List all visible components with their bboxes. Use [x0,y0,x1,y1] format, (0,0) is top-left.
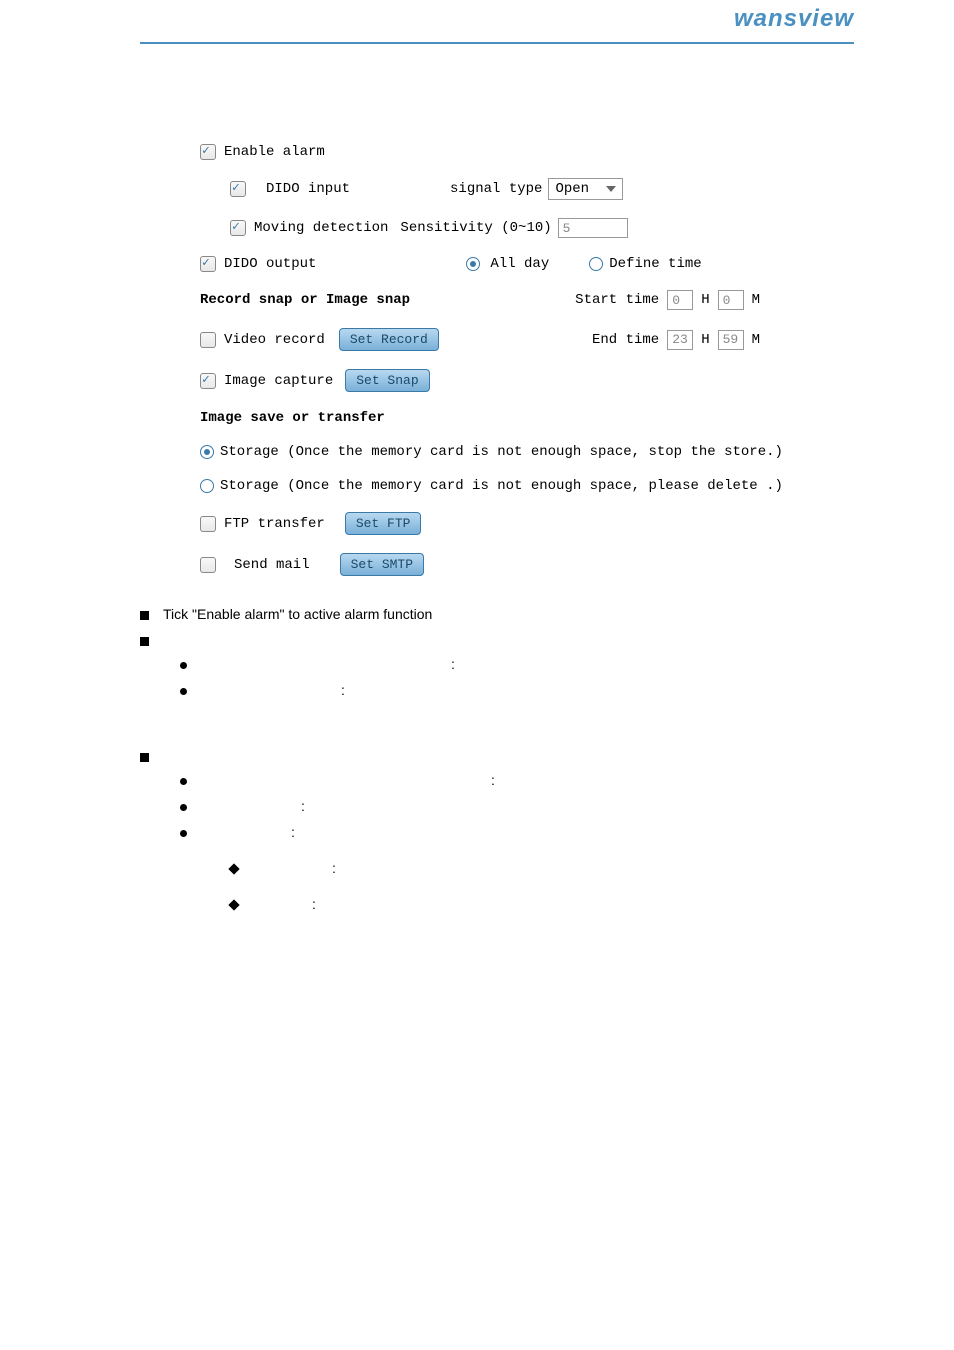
diamond-bullet-icon [228,899,239,910]
send-mail-label: Send mail [234,557,310,573]
video-record-label: Video record [224,332,325,348]
end-time-label: End time [592,332,659,348]
note-colon: : [312,896,316,912]
signal-type-dropdown[interactable]: Open [548,178,623,200]
dido-output-label: DIDO output [224,256,316,272]
circle-bullet-icon [180,804,187,811]
storage-delete-label: Storage (Once the memory card is not eno… [220,478,783,494]
chevron-down-icon [606,186,616,192]
record-section-title: Record snap or Image snap [200,292,410,308]
enable-alarm-label: Enable alarm [224,144,325,160]
circle-bullet-icon [180,830,187,837]
ftp-transfer-checkbox[interactable] [200,516,216,532]
notes-section: Tick "Enable alarm" to active alarm func… [0,606,954,912]
end-min-input[interactable]: 59 [718,330,744,350]
note-colon: : [301,798,305,814]
set-ftp-button[interactable]: Set FTP [345,512,422,535]
storage-stop-label: Storage (Once the memory card is not eno… [220,444,783,460]
header: wansview [140,0,854,44]
square-bullet-icon [140,753,149,762]
all-day-radio[interactable] [466,257,480,271]
moving-detection-checkbox[interactable] [230,220,246,236]
start-hour-input[interactable]: 0 [667,290,693,310]
video-record-checkbox[interactable] [200,332,216,348]
end-hour-input[interactable]: 23 [667,330,693,350]
sensitivity-label: Sensitivity (0~10) [400,220,551,236]
all-day-label: All day [490,256,549,272]
note-colon: : [451,656,455,672]
note-colon: : [332,860,336,876]
alarm-settings-form: Enable alarm DIDO input signal type Open… [0,44,954,576]
ftp-transfer-label: FTP transfer [224,516,325,532]
image-section-title: Image save or transfer [200,410,954,426]
image-capture-checkbox[interactable] [200,373,216,389]
circle-bullet-icon [180,688,187,695]
set-snap-button[interactable]: Set Snap [345,369,429,392]
square-bullet-icon [140,611,149,620]
square-bullet-icon [140,637,149,646]
logo-text: wansview [734,5,854,33]
h-label-2: H [701,332,709,348]
note-colon: : [291,824,295,840]
start-min-input[interactable]: 0 [718,290,744,310]
set-record-button[interactable]: Set Record [339,328,439,351]
storage-delete-radio[interactable] [200,479,214,493]
sensitivity-input[interactable]: 5 [558,218,628,238]
diamond-bullet-icon [228,863,239,874]
signal-type-value: Open [555,181,589,197]
circle-bullet-icon [180,778,187,785]
start-time-label: Start time [575,292,659,308]
define-time-label: Define time [609,256,701,272]
note-colon: : [341,682,345,698]
send-mail-checkbox[interactable] [200,557,216,573]
storage-stop-radio[interactable] [200,445,214,459]
moving-detection-label: Moving detection [254,220,388,236]
enable-alarm-checkbox[interactable] [200,144,216,160]
h-label: H [701,292,709,308]
dido-output-checkbox[interactable] [200,256,216,272]
define-time-radio[interactable] [589,257,603,271]
m-label-2: M [752,332,760,348]
circle-bullet-icon [180,662,187,669]
signal-type-label: signal type [450,181,542,197]
logo: wansview [734,5,854,33]
m-label: M [752,292,760,308]
dido-input-checkbox[interactable] [230,181,246,197]
note-colon: : [491,772,495,788]
dido-input-label: DIDO input [266,181,350,197]
image-capture-label: Image capture [224,373,333,389]
note-tick-enable: Tick "Enable alarm" to active alarm func… [163,606,432,622]
set-smtp-button[interactable]: Set SMTP [340,553,424,576]
